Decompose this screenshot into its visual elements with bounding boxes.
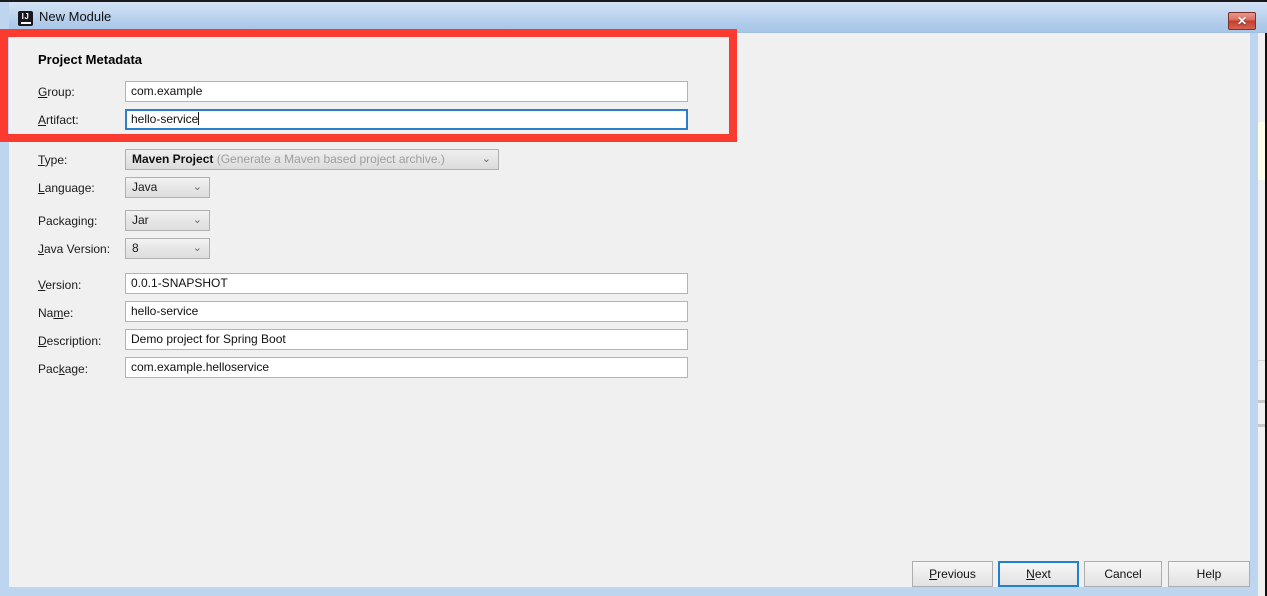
language-combobox-value: Java [132,180,158,194]
close-icon[interactable]: ✕ [1228,12,1256,30]
label-packaging-rest: ing: [78,214,98,228]
dialog-title: New Module [39,9,112,24]
next-button[interactable]: Next [998,561,1079,587]
chevron-down-icon: ⌄ [481,153,491,165]
next-button-mnemonic: N [1026,567,1035,581]
artifact-input-value: hello-service [131,112,199,126]
artifact-input[interactable]: hello-service [125,109,688,130]
type-combobox-value: Maven Project [132,152,214,166]
label-description-rest: escription: [46,334,102,348]
section-title-project-metadata: Project Metadata [38,52,143,67]
group-input[interactable]: com.example [125,81,688,102]
language-combobox[interactable]: Java ⌄ [125,177,210,198]
chevron-down-icon: ⌄ [192,214,202,226]
label-artifact-rest: rtifact: [46,113,79,127]
java-version-combobox[interactable]: 8 ⌄ [125,238,210,259]
dialog-titlebar[interactable]: IJ New Module ✕ [9,2,1267,33]
label-group-mnemonic: G [38,85,48,99]
label-name-rest: e: [63,306,74,320]
label-package-pre: Pac [38,362,59,376]
label-name-mnemonic: m [53,306,64,320]
label-name-pre: Na [38,306,54,320]
label-java-version: Java Version: [38,242,110,256]
previous-button[interactable]: Previous [912,561,993,587]
label-artifact: Artifact: [38,113,79,127]
type-combobox[interactable]: Maven Project (Generate a Maven based pr… [125,149,499,170]
version-input[interactable]: 0.0.1-SNAPSHOT [125,273,688,294]
label-type-rest: ype: [44,153,68,167]
cancel-button[interactable]: Cancel [1084,561,1162,587]
label-version: Version: [38,278,81,292]
chevron-down-icon: ⌄ [192,181,202,193]
next-button-label: ext [1034,567,1051,581]
name-input[interactable]: hello-service [125,301,688,322]
intellij-idea-icon: IJ [18,11,33,26]
text-caret [198,112,200,125]
help-button[interactable]: Help [1168,561,1250,587]
chevron-down-icon: ⌄ [192,242,202,254]
label-name: Name: [38,306,73,320]
label-packaging-pre: Packa [38,214,72,228]
packaging-combobox[interactable]: Jar ⌄ [125,210,210,231]
packaging-combobox-value: Jar [132,213,149,227]
previous-button-mnemonic: P [929,567,938,581]
label-type: Type: [38,153,67,167]
close-glyph: ✕ [1236,14,1248,28]
type-combobox-hint: (Generate a Maven based project archive.… [216,152,445,166]
label-type-mnemonic: T [38,153,45,167]
label-language: Language: [38,181,95,195]
label-artifact-mnemonic: A [38,113,47,127]
label-description: Description: [38,334,101,348]
label-language-mnemonic: L [38,181,45,195]
label-java-version-rest: ava Version: [44,242,111,256]
label-group: Group: [38,85,75,99]
dialog-content: Project Metadata Group: com.example Arti… [9,33,1250,587]
package-input[interactable]: com.example.helloservice [125,357,688,378]
previous-button-label: revious [937,567,976,581]
java-version-combobox-value: 8 [132,241,139,255]
label-version-rest: ersion: [45,278,82,292]
label-package: Package: [38,362,88,376]
label-package-rest: age: [64,362,89,376]
description-input[interactable]: Demo project for Spring Boot [125,329,688,350]
label-description-mnemonic: D [38,334,47,348]
label-group-rest: roup: [47,85,75,99]
label-language-rest: anguage: [44,181,95,195]
new-module-dialog: IJ New Module ✕ Project Metadata Group: … [0,2,1267,596]
screen-root: IJ New Module ✕ Project Metadata Group: … [0,0,1267,596]
label-packaging: Packaging: [38,214,97,228]
